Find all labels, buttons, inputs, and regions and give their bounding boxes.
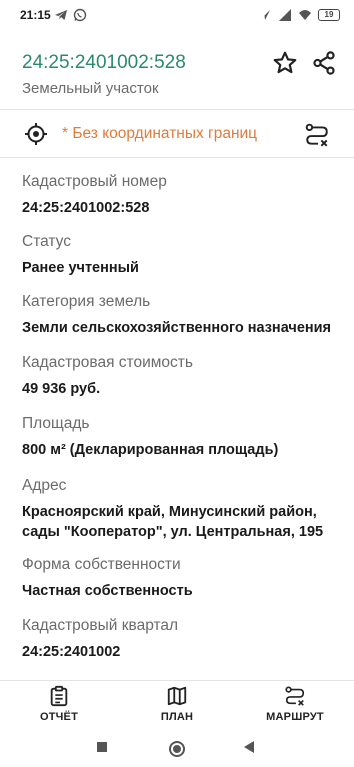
bottom-nav: ОТЧЁТ ПЛАН МАРШРУТ bbox=[0, 680, 354, 732]
status-bar: 21:15 19 bbox=[0, 0, 354, 30]
field-label: Кадастровый номер bbox=[22, 173, 167, 190]
field-value: 24:25:2401002:528 bbox=[22, 200, 150, 216]
share-icon[interactable] bbox=[311, 50, 337, 76]
field-cadastral-quarter: Кадастровый квартал 24:25:2401002 bbox=[22, 616, 178, 662]
field-label: Кадастровая стоимость bbox=[22, 354, 193, 371]
report-button[interactable]: ОТЧЁТ bbox=[14, 685, 104, 723]
report-label: ОТЧЁТ bbox=[39, 711, 79, 723]
page-subtitle: Земельный участок bbox=[22, 80, 159, 97]
field-value: Частная собственность bbox=[22, 583, 193, 599]
field-ownership-form: Форма собственности Частная собственност… bbox=[22, 555, 193, 601]
field-status: Статус Ранее учтенный bbox=[22, 232, 139, 278]
address-line: Красноярский край, Минусинский район, bbox=[22, 504, 317, 520]
field-label: Статус bbox=[22, 233, 71, 250]
back-icon[interactable] bbox=[242, 740, 256, 754]
page-title: 24:25:2401002:528 bbox=[22, 52, 186, 73]
route-clear-icon[interactable] bbox=[304, 122, 330, 148]
field-cadastral-value: Кадастровая стоимость 49 936 руб. bbox=[22, 353, 193, 399]
star-icon[interactable] bbox=[272, 50, 298, 76]
coordinate-warning-bar: * Без координатных границ bbox=[0, 111, 354, 157]
status-right-icons: 19 bbox=[258, 8, 340, 22]
no-boundaries-warning: * Без координатных границ bbox=[62, 125, 258, 142]
status-time: 21:15 bbox=[20, 8, 51, 22]
plan-button[interactable]: ПЛАН bbox=[132, 685, 222, 723]
field-label: Форма собственности bbox=[22, 556, 181, 573]
route-icon bbox=[285, 686, 305, 706]
field-value: Ранее учтенный bbox=[22, 260, 139, 276]
navigation-arrow-icon bbox=[260, 10, 270, 20]
field-value: Земли сельскохозяйственного назначения bbox=[22, 320, 332, 336]
route-label: МАРШРУТ bbox=[266, 711, 324, 723]
report-icon bbox=[50, 685, 68, 707]
status-left-icons bbox=[54, 8, 87, 22]
divider bbox=[0, 157, 354, 158]
crosshair-icon[interactable] bbox=[24, 122, 48, 146]
field-value: 24:25:2401002 bbox=[22, 644, 121, 660]
telegram-icon bbox=[55, 10, 67, 20]
field-label: Категория земель bbox=[22, 293, 151, 310]
field-value: 800 м² (Декларированная площадь) bbox=[22, 442, 279, 458]
field-address: Адрес Красноярский край, Минусинский рай… bbox=[22, 476, 323, 542]
battery-icon: 19 bbox=[318, 9, 340, 21]
map-icon bbox=[167, 686, 187, 706]
field-value: 49 936 руб. bbox=[22, 381, 101, 397]
plan-label: ПЛАН bbox=[160, 711, 194, 723]
system-nav-bar bbox=[0, 732, 354, 767]
field-land-category: Категория земель Земли сельскохозяйствен… bbox=[22, 292, 331, 338]
field-cadastral-number: Кадастровый номер 24:25:2401002:528 bbox=[22, 172, 167, 218]
divider bbox=[0, 109, 354, 110]
field-label: Адрес bbox=[22, 477, 67, 494]
home-icon[interactable] bbox=[168, 740, 186, 758]
field-label: Площадь bbox=[22, 415, 90, 432]
field-area: Площадь 800 м² (Декларированная площадь) bbox=[22, 414, 278, 460]
recents-icon[interactable] bbox=[95, 740, 109, 754]
route-button[interactable]: МАРШРУТ bbox=[250, 685, 340, 723]
field-value: Красноярский край, Минусинский район, са… bbox=[22, 502, 323, 542]
whatsapp-icon bbox=[73, 8, 87, 22]
field-label: Кадастровый квартал bbox=[22, 617, 179, 634]
parcel-header: 24:25:2401002:528 Земельный участок bbox=[0, 40, 354, 104]
address-line: сады "Кооператор", ул. Центральная, 195 bbox=[22, 524, 324, 540]
signal-icon bbox=[279, 9, 291, 21]
wifi-icon bbox=[299, 10, 311, 20]
